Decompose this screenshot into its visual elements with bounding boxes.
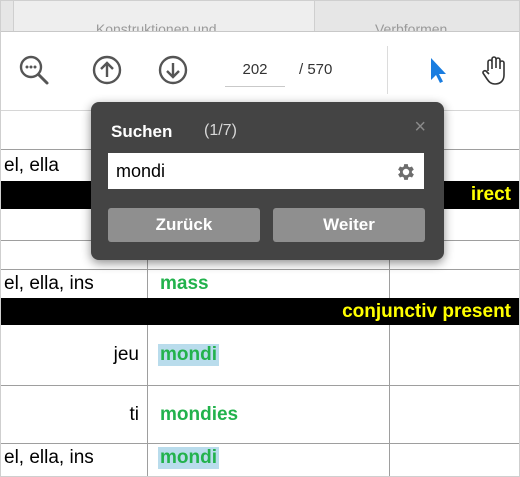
close-icon[interactable]: ×: [414, 116, 426, 139]
select-tool-button[interactable]: [421, 53, 455, 87]
arrow-down-circle-icon: [158, 55, 188, 85]
cursor-arrow-icon: [431, 58, 446, 83]
table-row: jeu mondi: [1, 325, 519, 386]
next-page-button[interactable]: [156, 53, 190, 87]
hand-tool-button[interactable]: [479, 53, 513, 87]
gear-icon[interactable]: [395, 161, 417, 183]
zoom-out-button[interactable]: [17, 53, 51, 87]
toolbar-divider: [387, 46, 388, 94]
pronoun-cell: el, ella, ins: [4, 447, 94, 468]
pronoun-cell: el, ella: [4, 154, 59, 176]
page-total: / 570: [299, 61, 333, 78]
verb-cell: mass: [160, 273, 209, 294]
tab-second[interactable]: Verbformen...: [315, 1, 519, 31]
tab-label: Verbformen...: [374, 21, 460, 31]
toolbar: 202 / 570: [1, 32, 519, 111]
tense-header-label: irect: [470, 184, 511, 205]
pronoun-cell: el, ella, ins: [4, 273, 94, 294]
table-row: ti mondies: [1, 386, 519, 444]
hand-icon: [482, 56, 505, 85]
verb-cell-highlighted: mondi: [158, 447, 219, 469]
search-popup: Suchen (1/7) × Zurück Weiter: [91, 102, 444, 260]
previous-page-button[interactable]: [90, 53, 124, 87]
page-number-input[interactable]: 202: [225, 54, 285, 87]
tense-header-bar: conjunctiv present: [1, 298, 519, 325]
pronoun-cell: jeu: [113, 344, 139, 365]
search-result-count: (1/7): [204, 122, 237, 139]
search-input[interactable]: [108, 153, 424, 189]
arrow-up-circle-icon: [92, 55, 122, 85]
table-row: el, ella, ins mass: [1, 270, 519, 299]
tense-header-label: conjunctiv present: [342, 300, 511, 322]
tab-strip: Konstruktionen und ... Verbformen...: [1, 1, 519, 32]
tab-document[interactable]: Konstruktionen und ...: [13, 1, 315, 31]
verb-cell-highlighted: mondi: [158, 344, 219, 366]
pdf-viewer: Konstruktionen und ... Verbformen... 202…: [0, 0, 520, 477]
pronoun-cell: ti: [129, 403, 140, 425]
search-title: Suchen: [111, 122, 173, 141]
search-next-button[interactable]: Weiter: [273, 208, 425, 242]
search-back-button[interactable]: Zurück: [108, 208, 260, 242]
table-row: el, ella, ins mondi: [1, 444, 519, 476]
zoom-out-icon: [19, 55, 49, 85]
verb-cell: mondies: [160, 403, 239, 425]
tab-label: Konstruktionen und ...: [95, 21, 233, 31]
